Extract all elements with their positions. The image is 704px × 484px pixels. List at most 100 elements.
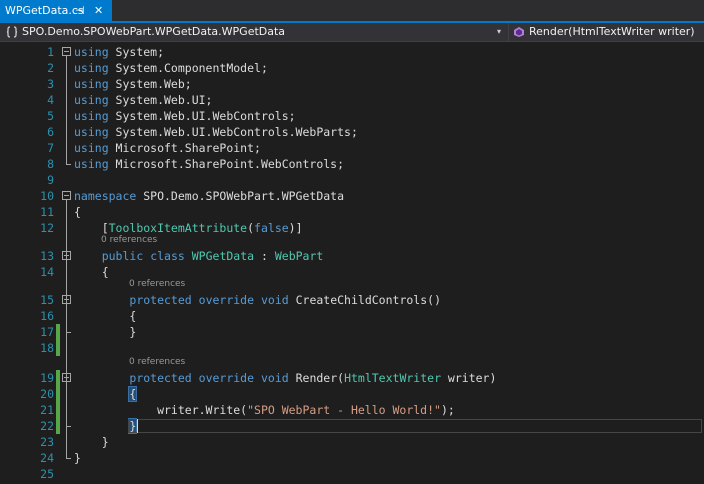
code-line[interactable]: using System.ComponentModel; <box>74 60 268 76</box>
line-number: 6 <box>47 125 54 139</box>
method-icon <box>514 27 524 37</box>
text-token: ); <box>440 403 455 417</box>
text-token: ( <box>247 221 255 235</box>
line-number: 11 <box>40 205 54 219</box>
code-line[interactable]: using System.Web; <box>74 76 192 92</box>
chevron-down-icon[interactable]: ▾ <box>497 23 501 41</box>
code-line[interactable]: using System.Web.UI; <box>74 92 212 108</box>
text-token: )] <box>288 221 303 235</box>
text-token: writer.Write( <box>74 403 248 417</box>
line-number: 15 <box>40 293 54 307</box>
code-line[interactable]: { <box>74 308 136 324</box>
keyword-token: using <box>74 45 109 59</box>
fold-guide <box>66 260 67 262</box>
text-token: System.Web.UI.WebControls.WebParts; <box>108 125 358 139</box>
type-token: WebPart <box>274 249 324 263</box>
code-line[interactable]: using Microsoft.SharePoint; <box>74 140 261 156</box>
code-line[interactable]: using Microsoft.SharePoint.WebControls; <box>74 156 344 172</box>
line-number: 3 <box>47 77 54 91</box>
current-line-highlight <box>128 419 702 433</box>
line-number: 18 <box>40 341 54 355</box>
fold-guide <box>66 304 67 332</box>
line-number: 17 <box>40 325 54 339</box>
line-number: 24 <box>40 451 54 465</box>
code-line[interactable]: { <box>74 204 81 220</box>
code-line[interactable]: } <box>74 434 109 450</box>
document-tabstrip: WPGetData.cs ⊣ ✕ <box>0 0 704 22</box>
code-line[interactable]: namespace SPO.Demo.SPOWebPart.WPGetData <box>74 188 344 204</box>
tab-wpgetdata-cs[interactable]: WPGetData.cs ⊣ ✕ <box>0 0 112 22</box>
text-token: CreateChildControls() <box>288 293 441 307</box>
text-token: [ <box>74 221 109 235</box>
member-dropdown[interactable]: Render(HtmlTextWriter writer) <box>509 23 704 41</box>
fold-toggle-icon[interactable] <box>62 191 71 200</box>
pin-icon[interactable]: ⊣ <box>75 0 85 22</box>
code-line[interactable]: using System.Web.UI.WebControls.WebParts… <box>74 124 358 140</box>
line-number: 1 <box>47 45 54 59</box>
text-caret <box>137 419 138 433</box>
line-number: 2 <box>47 61 54 75</box>
line-number: 4 <box>47 93 54 107</box>
fold-guide <box>66 56 67 164</box>
text-token: { <box>74 205 81 219</box>
code-line[interactable]: using System; <box>74 44 164 60</box>
line-number: 12 <box>40 221 54 235</box>
code-line[interactable]: } <box>74 418 138 434</box>
line-number: 21 <box>40 403 54 417</box>
text-token: } <box>74 451 81 465</box>
keyword-token: namespace <box>74 189 137 203</box>
member-text: Render(HtmlTextWriter writer) <box>529 25 695 38</box>
text-token: System.Web.UI.WebControls; <box>108 109 296 123</box>
code-line[interactable]: { <box>74 264 109 280</box>
line-number: 23 <box>40 435 54 449</box>
type-path-text: SPO.Demo.SPOWebPart.WPGetData.WPGetData <box>22 25 286 38</box>
fold-guide <box>66 382 67 426</box>
code-line[interactable]: } <box>74 324 136 340</box>
string-token: "SPO WebPart - Hello World!" <box>247 403 441 417</box>
code-line[interactable]: protected override void CreateChildContr… <box>74 292 441 308</box>
keyword-token: using <box>74 109 109 123</box>
code-line[interactable]: { <box>74 386 138 402</box>
line-number: 13 <box>40 249 54 263</box>
text-token: writer) <box>441 371 497 385</box>
keyword-token: void <box>260 371 289 385</box>
code-line[interactable]: using System.Web.UI.WebControls; <box>74 108 296 124</box>
keyword-token: protected <box>129 293 192 307</box>
codelens-references[interactable]: 0 references <box>129 356 185 369</box>
keyword-token: public <box>101 249 144 263</box>
codelens-references[interactable]: 0 references <box>101 234 157 247</box>
line-number: 5 <box>47 109 54 123</box>
keyword-token: using <box>74 93 109 107</box>
namespace-icon <box>6 26 18 38</box>
text-token: System.ComponentModel; <box>108 61 268 75</box>
fold-end <box>66 164 71 165</box>
code-line[interactable]: } <box>74 450 81 466</box>
type-dropdown[interactable]: SPO.Demo.SPOWebPart.WPGetData.WPGetData … <box>0 23 509 41</box>
line-number: 20 <box>40 387 54 401</box>
codelens-references[interactable]: 0 references <box>129 278 185 291</box>
text-token: System; <box>108 45 165 59</box>
code-line[interactable]: public class WPGetData : WebPart <box>74 248 324 264</box>
text-token: : <box>254 249 275 263</box>
navigation-bar: SPO.Demo.SPOWebPart.WPGetData.WPGetData … <box>0 23 704 42</box>
close-icon[interactable]: ✕ <box>94 0 103 22</box>
line-number: 19 <box>40 371 54 385</box>
fold-toggle-icon[interactable] <box>62 47 71 56</box>
code-line[interactable]: writer.Write("SPO WebPart - Hello World!… <box>74 402 455 418</box>
keyword-token: void <box>260 293 289 307</box>
text-token: Render( <box>288 371 345 385</box>
line-number: 14 <box>40 265 54 279</box>
keyword-token: using <box>74 125 109 139</box>
keyword-token: false <box>254 221 289 235</box>
fold-end <box>66 426 71 427</box>
code-line[interactable]: protected override void Render(HtmlTextW… <box>74 370 496 386</box>
fold-guide <box>66 310 67 318</box>
code-editor[interactable]: 1 using System; 2 using System.ComponentMod… <box>0 42 704 484</box>
keyword-token: using <box>74 141 109 155</box>
line-number: 16 <box>40 309 54 323</box>
